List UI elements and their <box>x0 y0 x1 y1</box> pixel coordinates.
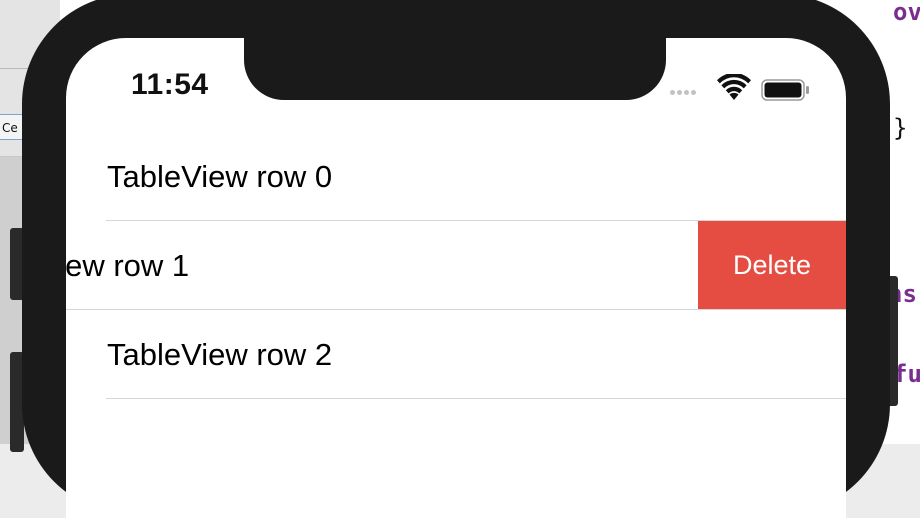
row-label: TableView row 1 <box>66 248 190 283</box>
row-label: TableView row 2 <box>107 337 333 372</box>
code-fragment: ov <box>893 0 920 26</box>
battery-icon <box>761 79 811 106</box>
table-row[interactable]: TableView row 2 <box>66 310 846 399</box>
code-fragment: } <box>893 114 908 142</box>
row-separator <box>106 398 846 399</box>
phone-notch <box>244 38 666 100</box>
row-label: TableView row 0 <box>107 159 333 194</box>
delete-button[interactable]: Delete <box>698 221 846 310</box>
cellular-signal-icon <box>670 90 696 95</box>
table-row[interactable]: TableView row 0 <box>66 132 846 221</box>
table-view: TableView row 0 TableView row 1 Delete T… <box>66 132 846 399</box>
table-row-swiped[interactable]: TableView row 1 Delete <box>66 221 846 310</box>
wifi-icon <box>716 72 752 107</box>
status-time: 11:54 <box>131 68 209 101</box>
phone-screen: 11:54 TableView row 0 TableView row 1 De… <box>66 38 846 518</box>
